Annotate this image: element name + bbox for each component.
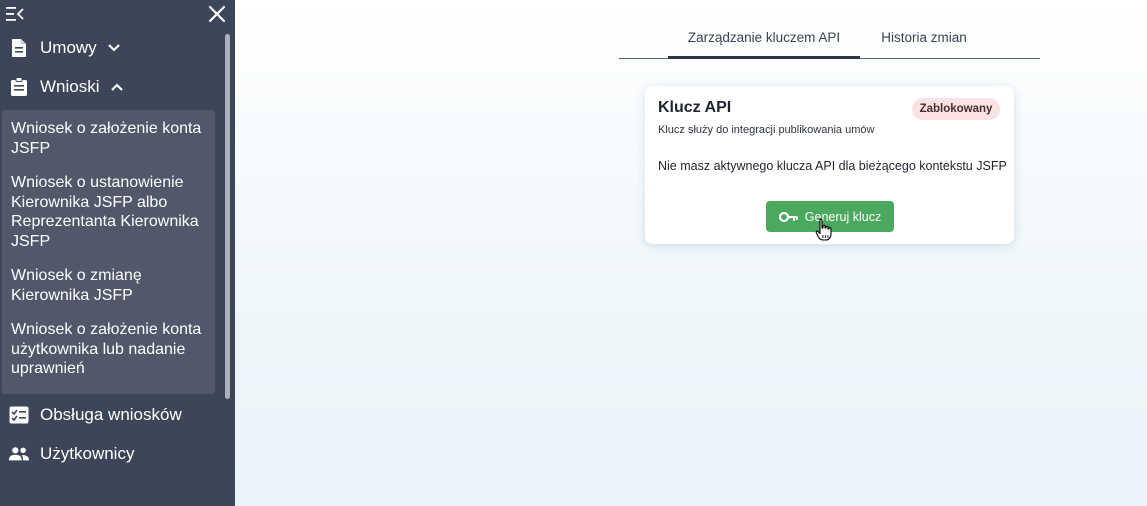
card-subtitle: Klucz służy do integracji publikowania u… — [658, 124, 875, 136]
chevron-down-icon — [107, 41, 121, 55]
hand-pointer-cursor-icon — [815, 218, 833, 242]
sidebar-item-label: Wnioski — [40, 77, 100, 96]
submenu-item[interactable]: Wniosek o zmianę Kierownika JSFP — [11, 266, 211, 305]
sidebar-item-uzytkownicy[interactable]: Użytkownicy — [0, 436, 222, 472]
submenu-item[interactable]: Wniosek o założenie konta JSFP — [11, 119, 211, 158]
tab-zarzadzanie-kluczem[interactable]: Zarządzanie kluczem API — [668, 18, 860, 56]
card-message: Nie masz aktywnego klucza API dla bieżąc… — [658, 159, 1007, 173]
chevron-up-icon — [110, 80, 124, 94]
sidebar-item-label: Obsługa wniosków — [40, 405, 182, 424]
sidebar-item-wnioski[interactable]: Wnioski — [0, 69, 222, 105]
tab-bar: Zarządzanie kluczem API Historia zmian — [619, 18, 1040, 60]
submenu-item[interactable]: Wniosek o ustanowienie Kierownika JSFP a… — [11, 173, 211, 251]
users-icon — [8, 443, 30, 465]
tab-label: Historia zmian — [881, 29, 967, 45]
submenu-item[interactable]: Wniosek o założenie konta użytkownika lu… — [11, 320, 211, 379]
menu-collapse-icon[interactable] — [6, 6, 24, 22]
wnioski-submenu: Wniosek o założenie konta JSFP Wniosek o… — [2, 110, 215, 394]
status-badge: Zablokowany — [912, 98, 1000, 120]
checklist-icon — [8, 404, 30, 426]
card-title: Klucz API — [658, 99, 732, 116]
key-icon — [778, 211, 799, 223]
tab-label: Zarządzanie kluczem API — [687, 29, 841, 45]
sidebar-header — [0, 0, 235, 30]
sidebar-item-obsluga-wnioskow[interactable]: Obsługa wniosków — [0, 397, 222, 433]
tab-active-indicator — [668, 56, 860, 59]
document-icon — [8, 37, 30, 59]
sidebar-item-umowy[interactable]: Umowy — [0, 30, 222, 66]
sidebar-scrollbar-thumb[interactable] — [225, 34, 230, 399]
sidebar-item-label: Użytkownicy — [40, 444, 135, 463]
clipboard-icon — [8, 76, 30, 98]
tab-historia-zmian[interactable]: Historia zmian — [869, 18, 979, 56]
sidebar: Umowy Wnioski Wniosek o założenie konta … — [0, 0, 235, 506]
sidebar-item-label: Umowy — [40, 38, 97, 57]
close-icon[interactable] — [207, 4, 227, 24]
